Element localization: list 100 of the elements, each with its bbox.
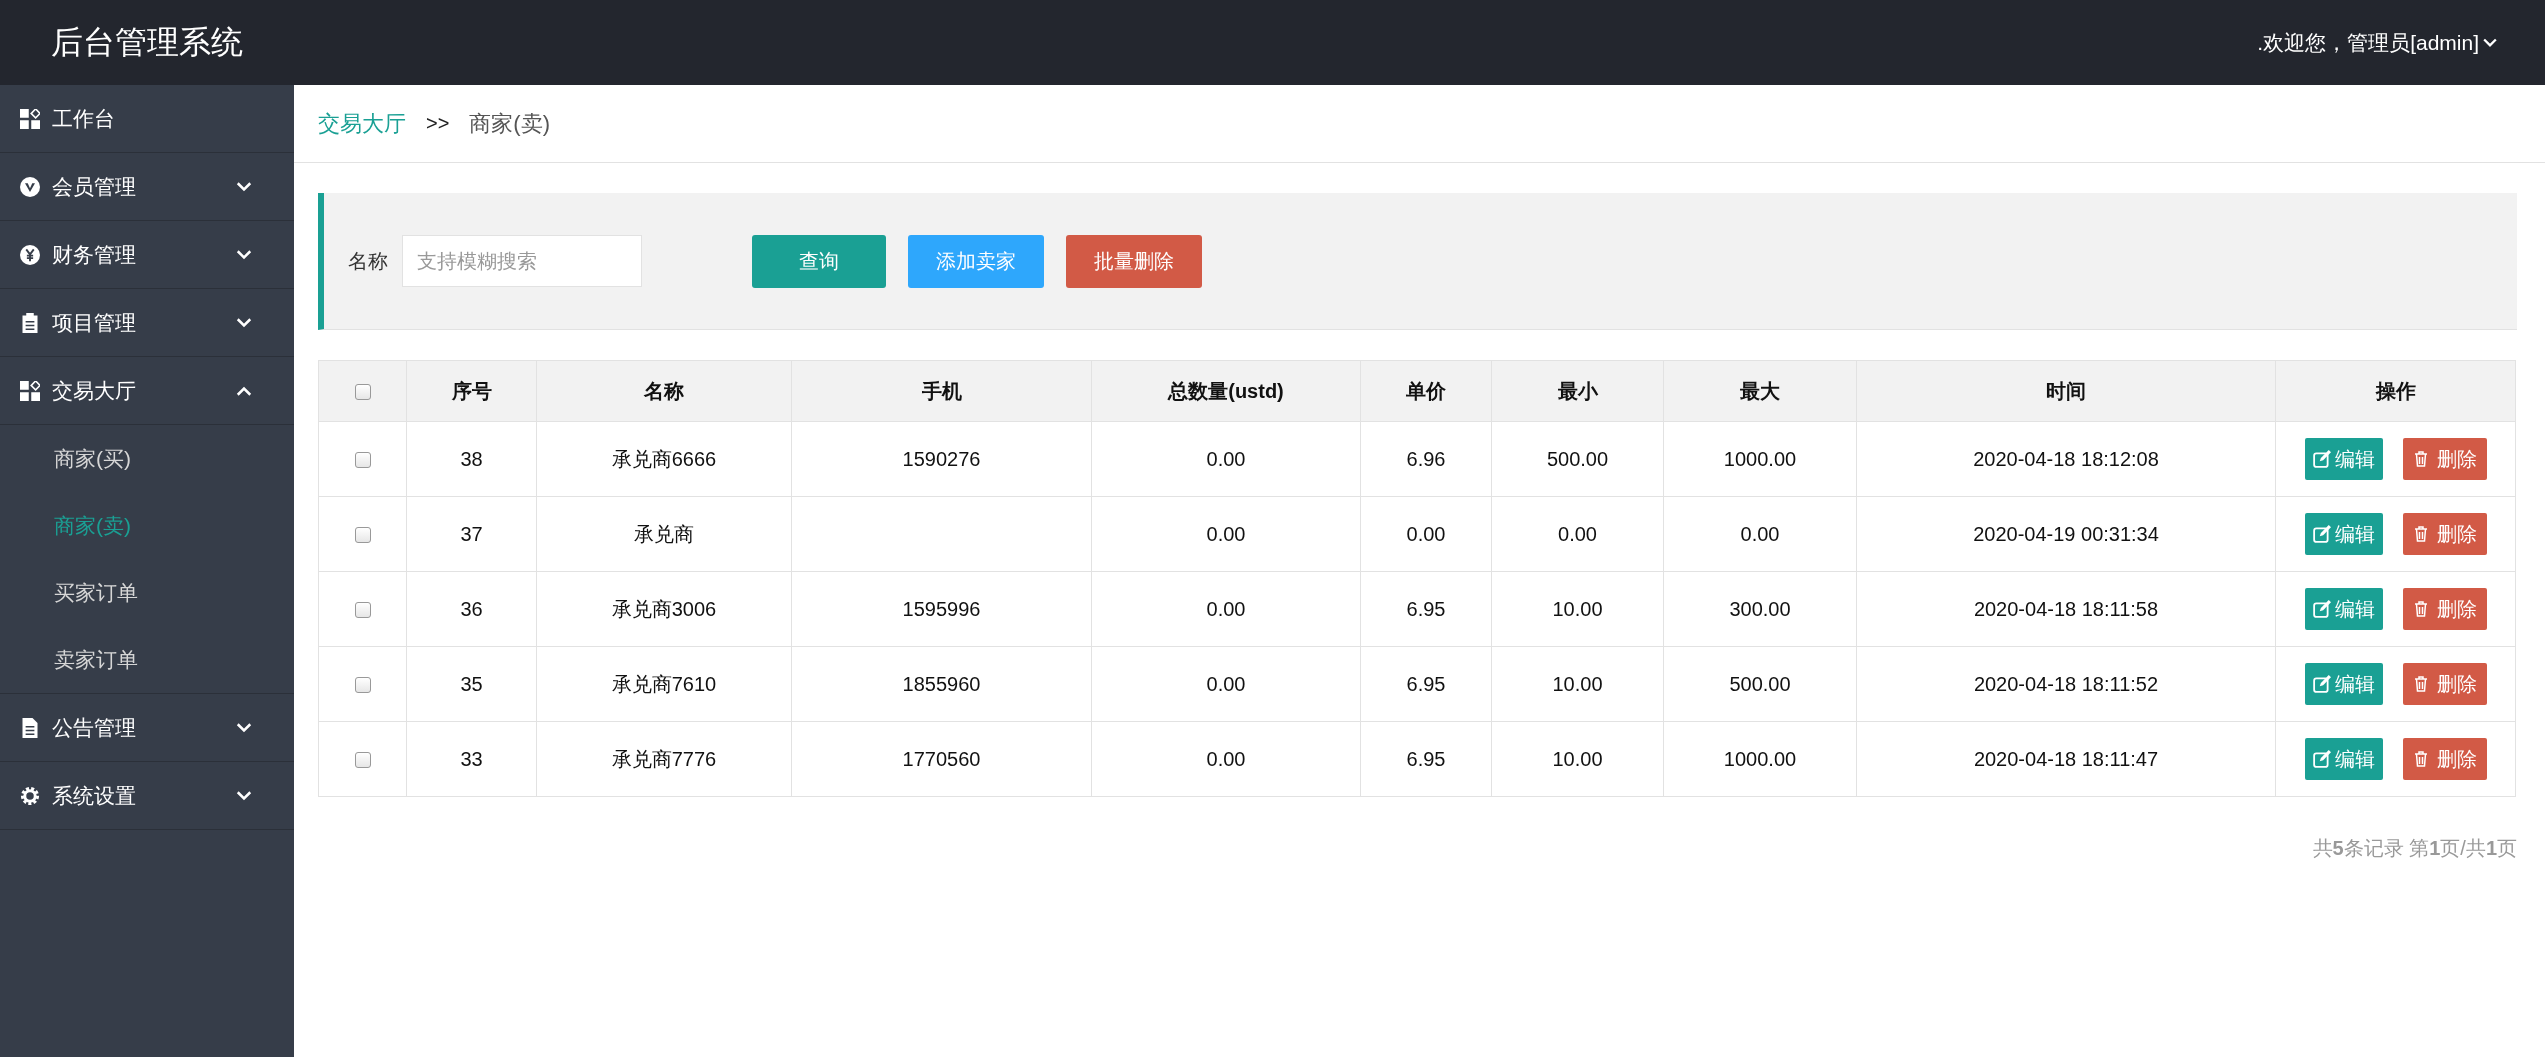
table-cell: 1000.00 [1663,721,1857,797]
chevron-down-icon [236,317,252,328]
edit-button[interactable]: 编辑 [2304,513,2383,555]
edit-icon [2312,750,2331,768]
table-cell: 承兑商7610 [536,646,792,722]
chevron-up-icon [236,385,252,396]
chevron-down-icon [2483,37,2497,48]
column-header: 时间 [1856,360,2276,422]
table-cell: 0.00 [1091,421,1361,497]
trash-icon [2412,751,2429,767]
edit-button[interactable]: 编辑 [2304,738,2383,780]
checkbox[interactable] [354,677,371,694]
trash-icon [2412,601,2429,617]
action-button[interactable]: 批量删除 [1066,234,1202,288]
chevron-down-icon [236,790,252,801]
table-cell: 承兑商6666 [536,421,792,497]
sidebar-subitem[interactable]: 卖家订单 [0,626,138,693]
delete-button[interactable]: 删除 [2402,438,2487,480]
table-cell: 0.00 [1360,496,1492,572]
table-cell: 37 [406,496,537,572]
table-cell: 1590276 [791,421,1092,497]
delete-button[interactable]: 删除 [2402,513,2487,555]
checkbox[interactable] [354,527,371,544]
table-cell: 承兑商3006 [536,571,792,647]
table-cell: 6.95 [1360,571,1492,647]
table-cell: 0.00 [1091,571,1361,647]
checkbox[interactable] [354,602,371,619]
column-header: 最大 [1663,360,1857,422]
breadcrumb-link[interactable]: 交易大厅 [318,108,406,139]
checkbox[interactable] [354,452,371,469]
field-label: 名称 [348,248,388,274]
yen-circle-icon [20,244,40,265]
table-cell: 2020-04-18 18:11:47 [1856,721,2276,797]
table-cell: 0.00 [1091,646,1361,722]
search-field[interactable]: 支持模糊搜索 [402,235,642,287]
action-button[interactable]: 添加卖家 [908,234,1044,288]
app-title: 后台管理系统 [50,22,244,62]
edit-button[interactable]: 编辑 [2304,588,2383,630]
column-header: 手机 [791,360,1092,422]
table-cell: 2020-04-18 18:11:58 [1856,571,2276,647]
chevron-down-icon [236,249,252,260]
table-cell: 承兑商 [536,496,792,572]
table-cell: 1000.00 [1663,421,1857,497]
table-cell: 35 [406,646,537,722]
table-cell: 33 [406,721,537,797]
table-cell: 1595996 [791,571,1092,647]
column-header: 操作 [2275,360,2516,422]
edit-button[interactable]: 编辑 [2304,438,2383,480]
sidebar-subitem[interactable]: 商家(买) [0,425,131,492]
column-header: 名称 [536,360,792,422]
delete-button[interactable]: 删除 [2402,588,2487,630]
breadcrumb-separator: >> [426,112,450,135]
table-cell: 0.00 [1091,496,1361,572]
table-cell: 36 [406,571,537,647]
pagination-info: 共5条记录 第1页/共1页 [2312,837,2517,859]
settings-icon [20,785,40,806]
sidebar-item[interactable]: 公告管理 [0,694,294,762]
column-header: 单价 [1360,360,1492,422]
grid-icon [20,108,40,129]
table-cell: 0.00 [1663,496,1857,572]
user-menu[interactable]: .欢迎您，管理员[admin] [2257,28,2497,57]
table-cell: 2020-04-19 00:31:34 [1856,496,2276,572]
table-cell: 承兑商7776 [536,721,792,797]
table-cell: 10.00 [1491,571,1664,647]
table-cell: 0.00 [1091,721,1361,797]
table-cell: 6.96 [1360,421,1492,497]
edit-icon [2312,450,2331,468]
table-cell: 10.00 [1491,721,1664,797]
trash-icon [2412,451,2429,467]
delete-button[interactable]: 删除 [2402,663,2487,705]
trash-icon [2412,526,2429,542]
table-cell: 500.00 [1663,646,1857,722]
trash-icon [2412,676,2429,692]
sidebar-item[interactable]: 会员管理 [0,153,294,221]
column-header: 序号 [406,360,537,422]
table-cell: 300.00 [1663,571,1857,647]
table-cell: 500.00 [1491,421,1664,497]
table-cell: 10.00 [1491,646,1664,722]
sidebar-item[interactable]: 工作台 [0,85,294,153]
table-cell: 0.00 [1491,496,1664,572]
sidebar-subitem[interactable]: 商家(卖) [0,492,131,559]
sidebar-item[interactable]: 系统设置 [0,762,294,830]
table-cell: 38 [406,421,537,497]
table-cell: 2020-04-18 18:12:08 [1856,421,2276,497]
v-circle-icon [20,176,40,197]
sidebar-item[interactable]: 财务管理 [0,221,294,289]
sidebar-item[interactable]: 交易大厅 [0,357,294,425]
sidebar-subitem[interactable]: 买家订单 [0,559,138,626]
table-cell: 1855960 [791,646,1092,722]
edit-icon [2312,675,2331,693]
sidebar-item[interactable]: 项目管理 [0,289,294,357]
chevron-down-icon [236,181,252,192]
checkbox[interactable] [354,752,371,769]
column-header: 总数量(ustd) [1091,360,1361,422]
delete-button[interactable]: 删除 [2402,738,2487,780]
checkbox[interactable] [354,384,371,401]
edit-button[interactable]: 编辑 [2304,663,2383,705]
chevron-down-icon [236,722,252,733]
action-button[interactable]: 查询 [752,234,886,288]
grid-icon [20,380,40,401]
